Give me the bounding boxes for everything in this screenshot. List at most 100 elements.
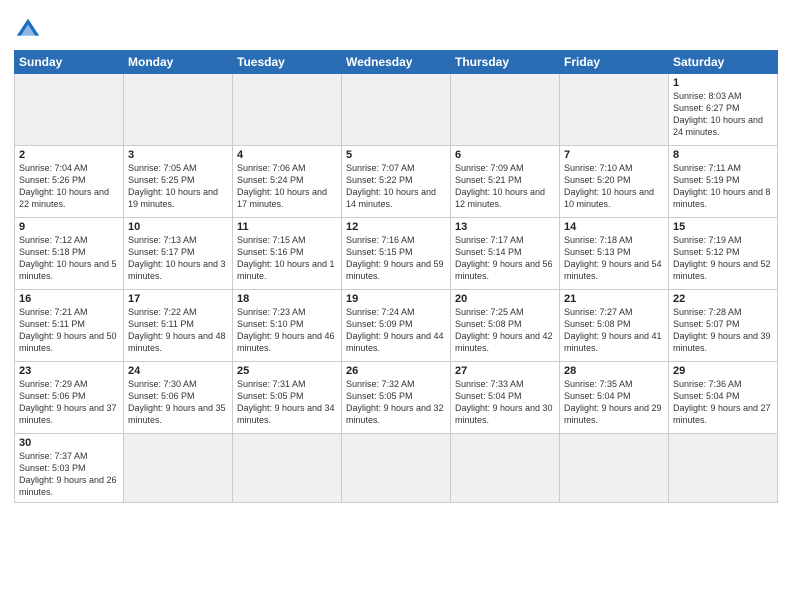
calendar-week-row: 1Sunrise: 8:03 AM Sunset: 6:27 PM Daylig…: [15, 74, 778, 146]
day-number: 13: [455, 221, 555, 233]
calendar-day-cell: 2Sunrise: 7:04 AM Sunset: 5:26 PM Daylig…: [15, 146, 124, 218]
day-info: Sunrise: 7:21 AM Sunset: 5:11 PM Dayligh…: [19, 306, 119, 355]
calendar-day-cell: [15, 74, 124, 146]
calendar-day-cell: 11Sunrise: 7:15 AM Sunset: 5:16 PM Dayli…: [233, 218, 342, 290]
day-info: Sunrise: 7:22 AM Sunset: 5:11 PM Dayligh…: [128, 306, 228, 355]
calendar-day-cell: 23Sunrise: 7:29 AM Sunset: 5:06 PM Dayli…: [15, 362, 124, 434]
day-info: Sunrise: 7:16 AM Sunset: 5:15 PM Dayligh…: [346, 234, 446, 283]
calendar-day-cell: 19Sunrise: 7:24 AM Sunset: 5:09 PM Dayli…: [342, 290, 451, 362]
day-number: 26: [346, 365, 446, 377]
day-info: Sunrise: 7:15 AM Sunset: 5:16 PM Dayligh…: [237, 234, 337, 283]
day-number: 30: [19, 437, 119, 449]
day-info: Sunrise: 7:05 AM Sunset: 5:25 PM Dayligh…: [128, 162, 228, 211]
calendar-day-cell: 26Sunrise: 7:32 AM Sunset: 5:05 PM Dayli…: [342, 362, 451, 434]
day-info: Sunrise: 7:17 AM Sunset: 5:14 PM Dayligh…: [455, 234, 555, 283]
day-number: 15: [673, 221, 773, 233]
calendar-day-cell: [669, 434, 778, 503]
calendar-day-cell: 5Sunrise: 7:07 AM Sunset: 5:22 PM Daylig…: [342, 146, 451, 218]
calendar-day-cell: 8Sunrise: 7:11 AM Sunset: 5:19 PM Daylig…: [669, 146, 778, 218]
calendar-day-cell: [124, 434, 233, 503]
day-number: 10: [128, 221, 228, 233]
day-info: Sunrise: 7:12 AM Sunset: 5:18 PM Dayligh…: [19, 234, 119, 283]
calendar-day-cell: 10Sunrise: 7:13 AM Sunset: 5:17 PM Dayli…: [124, 218, 233, 290]
calendar-day-cell: [233, 434, 342, 503]
day-info: Sunrise: 7:35 AM Sunset: 5:04 PM Dayligh…: [564, 378, 664, 427]
calendar-day-cell: 15Sunrise: 7:19 AM Sunset: 5:12 PM Dayli…: [669, 218, 778, 290]
calendar-day-cell: 16Sunrise: 7:21 AM Sunset: 5:11 PM Dayli…: [15, 290, 124, 362]
day-number: 29: [673, 365, 773, 377]
day-number: 21: [564, 293, 664, 305]
calendar-day-cell: [233, 74, 342, 146]
day-info: Sunrise: 7:10 AM Sunset: 5:20 PM Dayligh…: [564, 162, 664, 211]
calendar-table: SundayMondayTuesdayWednesdayThursdayFrid…: [14, 50, 778, 503]
calendar-day-cell: 22Sunrise: 7:28 AM Sunset: 5:07 PM Dayli…: [669, 290, 778, 362]
day-number: 23: [19, 365, 119, 377]
calendar-day-cell: 18Sunrise: 7:23 AM Sunset: 5:10 PM Dayli…: [233, 290, 342, 362]
day-info: Sunrise: 7:36 AM Sunset: 5:04 PM Dayligh…: [673, 378, 773, 427]
day-info: Sunrise: 7:32 AM Sunset: 5:05 PM Dayligh…: [346, 378, 446, 427]
day-number: 18: [237, 293, 337, 305]
calendar-header-row: SundayMondayTuesdayWednesdayThursdayFrid…: [15, 51, 778, 74]
calendar-day-cell: 27Sunrise: 7:33 AM Sunset: 5:04 PM Dayli…: [451, 362, 560, 434]
day-info: Sunrise: 7:37 AM Sunset: 5:03 PM Dayligh…: [19, 450, 119, 499]
calendar-header-cell: Monday: [124, 51, 233, 74]
day-info: Sunrise: 7:07 AM Sunset: 5:22 PM Dayligh…: [346, 162, 446, 211]
calendar-day-cell: 28Sunrise: 7:35 AM Sunset: 5:04 PM Dayli…: [560, 362, 669, 434]
day-number: 25: [237, 365, 337, 377]
calendar-day-cell: 20Sunrise: 7:25 AM Sunset: 5:08 PM Dayli…: [451, 290, 560, 362]
calendar-header-cell: Wednesday: [342, 51, 451, 74]
day-info: Sunrise: 7:31 AM Sunset: 5:05 PM Dayligh…: [237, 378, 337, 427]
calendar-week-row: 2Sunrise: 7:04 AM Sunset: 5:26 PM Daylig…: [15, 146, 778, 218]
day-number: 4: [237, 149, 337, 161]
calendar-header-cell: Sunday: [15, 51, 124, 74]
day-info: Sunrise: 7:23 AM Sunset: 5:10 PM Dayligh…: [237, 306, 337, 355]
calendar-week-row: 9Sunrise: 7:12 AM Sunset: 5:18 PM Daylig…: [15, 218, 778, 290]
calendar-day-cell: [451, 74, 560, 146]
day-number: 5: [346, 149, 446, 161]
day-info: Sunrise: 7:33 AM Sunset: 5:04 PM Dayligh…: [455, 378, 555, 427]
calendar-day-cell: 6Sunrise: 7:09 AM Sunset: 5:21 PM Daylig…: [451, 146, 560, 218]
day-number: 1: [673, 77, 773, 89]
day-number: 9: [19, 221, 119, 233]
header: [14, 10, 778, 44]
calendar-day-cell: 12Sunrise: 7:16 AM Sunset: 5:15 PM Dayli…: [342, 218, 451, 290]
calendar-day-cell: 17Sunrise: 7:22 AM Sunset: 5:11 PM Dayli…: [124, 290, 233, 362]
day-info: Sunrise: 7:18 AM Sunset: 5:13 PM Dayligh…: [564, 234, 664, 283]
day-info: Sunrise: 7:30 AM Sunset: 5:06 PM Dayligh…: [128, 378, 228, 427]
day-number: 27: [455, 365, 555, 377]
calendar-week-row: 16Sunrise: 7:21 AM Sunset: 5:11 PM Dayli…: [15, 290, 778, 362]
day-number: 14: [564, 221, 664, 233]
day-number: 2: [19, 149, 119, 161]
day-info: Sunrise: 7:19 AM Sunset: 5:12 PM Dayligh…: [673, 234, 773, 283]
calendar-week-row: 30Sunrise: 7:37 AM Sunset: 5:03 PM Dayli…: [15, 434, 778, 503]
calendar-day-cell: 29Sunrise: 7:36 AM Sunset: 5:04 PM Dayli…: [669, 362, 778, 434]
day-number: 8: [673, 149, 773, 161]
day-number: 22: [673, 293, 773, 305]
calendar-day-cell: [560, 74, 669, 146]
day-info: Sunrise: 7:28 AM Sunset: 5:07 PM Dayligh…: [673, 306, 773, 355]
logo-icon: [14, 16, 42, 44]
day-number: 19: [346, 293, 446, 305]
day-info: Sunrise: 7:29 AM Sunset: 5:06 PM Dayligh…: [19, 378, 119, 427]
calendar-header-cell: Friday: [560, 51, 669, 74]
day-info: Sunrise: 7:06 AM Sunset: 5:24 PM Dayligh…: [237, 162, 337, 211]
day-number: 20: [455, 293, 555, 305]
calendar-day-cell: 13Sunrise: 7:17 AM Sunset: 5:14 PM Dayli…: [451, 218, 560, 290]
day-info: Sunrise: 7:13 AM Sunset: 5:17 PM Dayligh…: [128, 234, 228, 283]
day-number: 6: [455, 149, 555, 161]
calendar-day-cell: 9Sunrise: 7:12 AM Sunset: 5:18 PM Daylig…: [15, 218, 124, 290]
day-info: Sunrise: 7:25 AM Sunset: 5:08 PM Dayligh…: [455, 306, 555, 355]
day-number: 11: [237, 221, 337, 233]
calendar-day-cell: 21Sunrise: 7:27 AM Sunset: 5:08 PM Dayli…: [560, 290, 669, 362]
day-info: Sunrise: 7:09 AM Sunset: 5:21 PM Dayligh…: [455, 162, 555, 211]
calendar-day-cell: 24Sunrise: 7:30 AM Sunset: 5:06 PM Dayli…: [124, 362, 233, 434]
calendar-day-cell: 3Sunrise: 7:05 AM Sunset: 5:25 PM Daylig…: [124, 146, 233, 218]
day-info: Sunrise: 7:04 AM Sunset: 5:26 PM Dayligh…: [19, 162, 119, 211]
calendar-day-cell: 30Sunrise: 7:37 AM Sunset: 5:03 PM Dayli…: [15, 434, 124, 503]
calendar-header-cell: Tuesday: [233, 51, 342, 74]
day-info: Sunrise: 7:24 AM Sunset: 5:09 PM Dayligh…: [346, 306, 446, 355]
calendar-day-cell: 4Sunrise: 7:06 AM Sunset: 5:24 PM Daylig…: [233, 146, 342, 218]
calendar-day-cell: 7Sunrise: 7:10 AM Sunset: 5:20 PM Daylig…: [560, 146, 669, 218]
calendar-day-cell: [124, 74, 233, 146]
day-number: 16: [19, 293, 119, 305]
